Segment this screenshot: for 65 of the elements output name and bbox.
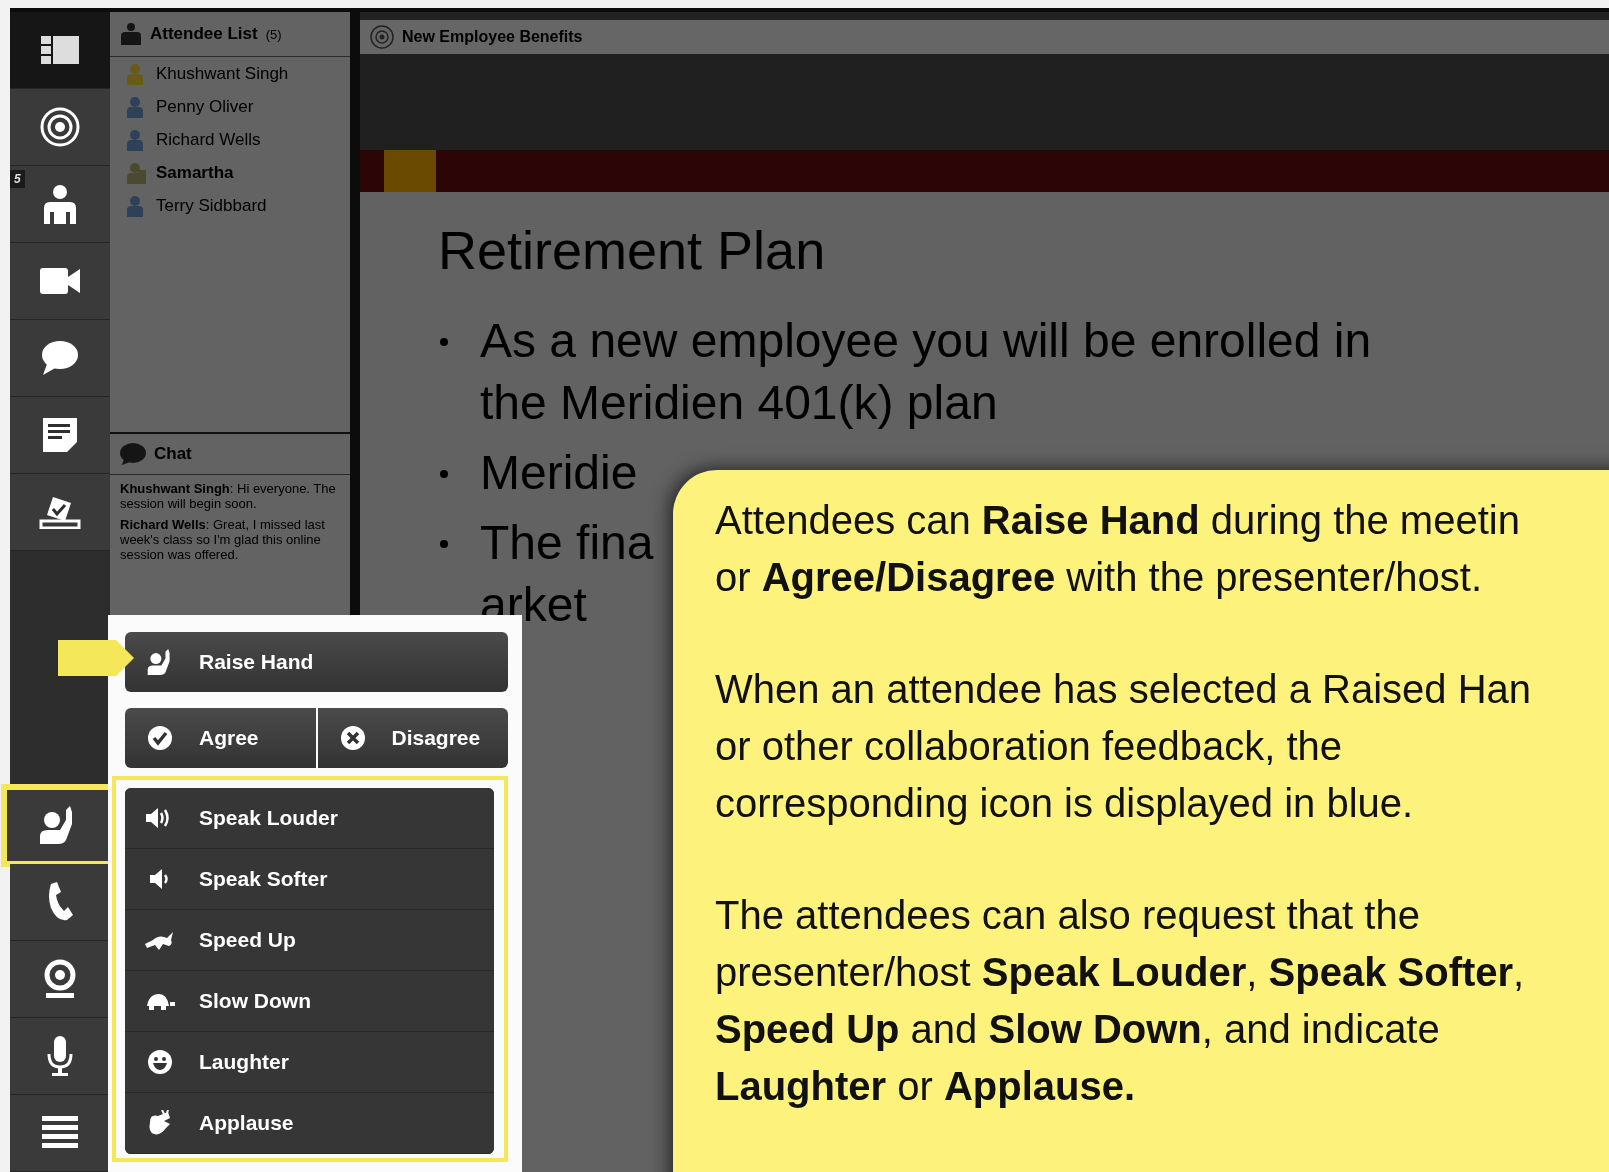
layout-icon <box>41 36 79 64</box>
user-icon <box>124 161 146 184</box>
turtle-icon <box>145 992 175 1010</box>
microphone-icon <box>47 1036 73 1076</box>
chat-message: Khushwant Singh: Hi everyone. The session will begin soon. <box>120 481 337 511</box>
person-icon <box>42 184 78 224</box>
slide-text: the Meridien 401(k) plan <box>480 375 999 431</box>
panel-title: Attendee List <box>150 24 258 44</box>
rail-button[interactable]: 5 <box>10 166 110 243</box>
rail-button[interactable] <box>10 474 110 551</box>
menu-icon <box>42 1116 78 1150</box>
feedback-option[interactable]: Speak Louder <box>125 788 494 849</box>
attendee-item[interactable]: Richard Wells <box>110 123 350 156</box>
attendee-item[interactable]: Terry Sidbbard <box>110 189 350 222</box>
attendee-item[interactable]: Khushwant Singh <box>110 57 350 90</box>
disagree-button[interactable]: Disagree <box>317 708 508 768</box>
phone-icon <box>47 882 73 922</box>
attendee-count: (5) <box>265 26 282 42</box>
attendee-name: Richard Wells <box>156 129 261 150</box>
webcam-icon <box>43 959 77 999</box>
rail-button[interactable] <box>10 1018 110 1095</box>
rail-button[interactable] <box>10 89 110 166</box>
callout-text: The attendees can also request that the presenter/host Speak Louder, Speak Softer, Speed Up and Slow Down, and indicate Laughter or Applause. <box>715 892 1526 1110</box>
checkmark-icon <box>145 725 175 751</box>
video-camera-icon <box>40 268 80 294</box>
slide-text: Meridie <box>480 445 638 501</box>
slide-text: The fina <box>480 515 654 571</box>
rail-button[interactable] <box>10 941 110 1018</box>
notes-icon <box>43 418 77 452</box>
speech-bubble-icon <box>120 443 146 465</box>
agree-button[interactable]: Agree <box>125 708 316 768</box>
attendee-name: Khushwant Singh <box>156 63 289 84</box>
bullet-dot <box>440 540 448 548</box>
target-icon <box>40 107 80 147</box>
user-icon <box>124 95 146 118</box>
bullet-dot <box>440 338 448 346</box>
speech-bubble-icon <box>41 340 79 376</box>
callout-text: Attendees can Raise Hand during the meetin or Agree/Disagree with the presenter/host. <box>715 497 1521 601</box>
ballot-box-icon <box>39 495 81 529</box>
user-icon <box>124 194 146 217</box>
rail-button[interactable] <box>10 12 110 89</box>
callout-text: When an attendee has selected a Raised Han or other collaboration feedback, the corresponding icon is displayed in blue. <box>715 666 1533 827</box>
user-icon <box>124 128 146 151</box>
rail-button[interactable] <box>10 397 110 474</box>
chat-message: Richard Wells: Great, I missed last week's class so I'm glad this online session was offered. <box>120 517 326 562</box>
rail-button[interactable] <box>10 1095 110 1172</box>
rail-button[interactable] <box>10 243 110 320</box>
raise-hand-button[interactable]: Raise Hand <box>125 632 508 692</box>
bullet-dot <box>440 470 448 478</box>
target-icon <box>370 25 394 49</box>
attendee-name: Terry Sidbbard <box>156 195 267 216</box>
presentation-title: New Employee Benefits <box>402 28 583 46</box>
user-icon <box>124 62 146 85</box>
people-icon <box>120 23 142 45</box>
rail-button[interactable] <box>10 864 110 941</box>
attendee-item[interactable]: Samartha <box>110 156 350 189</box>
slide-text: As a new employee you will be enrolled in <box>480 313 1372 369</box>
count-badge: 5 <box>10 170 25 188</box>
attendee-name: Samartha <box>156 162 234 183</box>
attendee-name: Penny Oliver <box>156 96 254 117</box>
smiley-icon <box>145 1049 175 1075</box>
slide-title: Retirement Plan <box>437 219 827 282</box>
attendee-item[interactable]: Penny Oliver <box>110 90 350 123</box>
panel-title: Chat <box>154 444 192 464</box>
rail-button[interactable] <box>10 320 110 397</box>
